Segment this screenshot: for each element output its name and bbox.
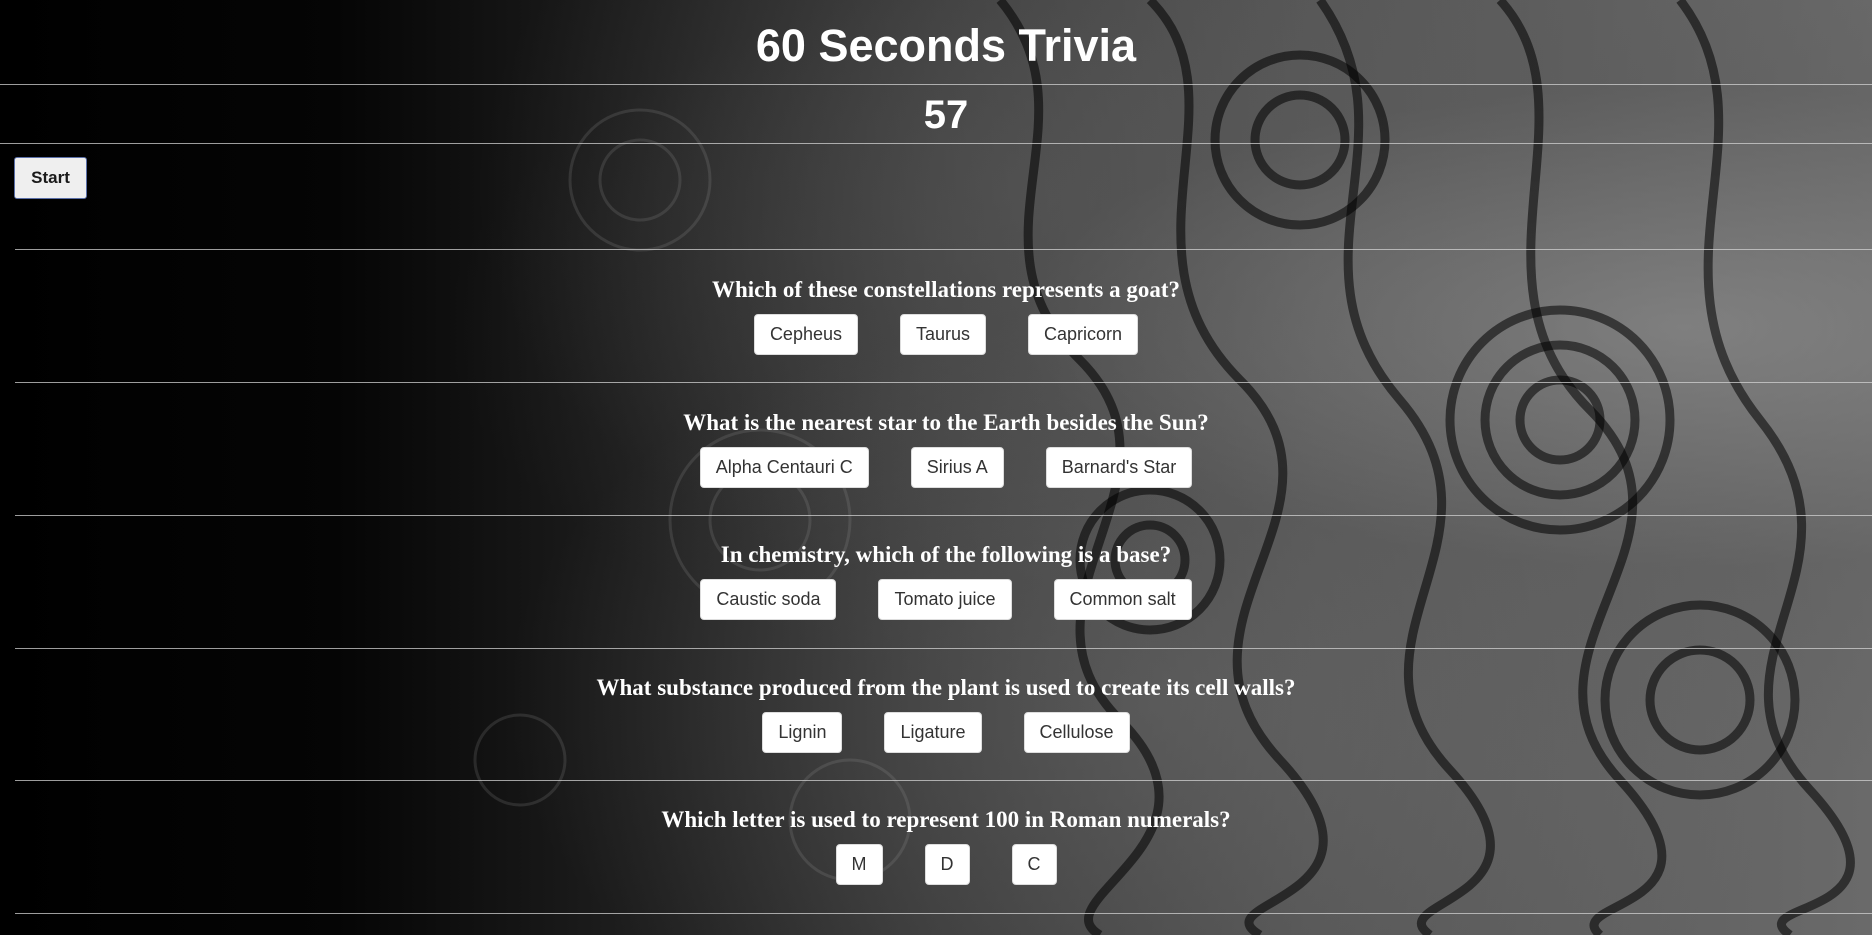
divider bbox=[15, 913, 1872, 914]
answer-button[interactable]: Ligature bbox=[884, 712, 982, 753]
divider bbox=[15, 249, 1872, 250]
answer-button[interactable]: Barnard's Star bbox=[1045, 447, 1193, 488]
answer-button[interactable]: Alpha Centauri C bbox=[699, 447, 869, 488]
countdown-timer: 57 bbox=[923, 93, 969, 137]
page-title: 60 Seconds Trivia bbox=[755, 20, 1137, 71]
answer-button[interactable]: Cepheus bbox=[753, 314, 858, 355]
answer-button[interactable]: C bbox=[1011, 844, 1057, 885]
answer-options: M D C bbox=[0, 844, 1872, 885]
start-button[interactable]: Start bbox=[14, 157, 87, 199]
answer-button[interactable]: Cellulose bbox=[1023, 712, 1130, 753]
answer-options: Caustic soda Tomato juice Common salt bbox=[0, 579, 1872, 620]
answer-button[interactable]: Common salt bbox=[1053, 579, 1192, 620]
answer-button[interactable]: D bbox=[924, 844, 970, 885]
question-text: What substance produced from the plant i… bbox=[596, 675, 1296, 700]
question-text: Which of these constellations represents… bbox=[711, 277, 1181, 302]
question-block: In chemistry, which of the following is … bbox=[0, 541, 1872, 620]
question-block: What substance produced from the plant i… bbox=[0, 674, 1872, 753]
question-block: What is the nearest star to the Earth be… bbox=[0, 409, 1872, 488]
question-text: Which letter is used to represent 100 in… bbox=[661, 807, 1231, 832]
question-block: Which letter is used to represent 100 in… bbox=[0, 806, 1872, 885]
answer-button[interactable]: Caustic soda bbox=[700, 579, 837, 620]
answer-options: Cepheus Taurus Capricorn bbox=[0, 314, 1872, 355]
answer-button[interactable]: Lignin bbox=[762, 712, 843, 753]
answer-button[interactable]: Taurus bbox=[900, 314, 987, 355]
question-block: Which of these constellations represents… bbox=[0, 276, 1872, 355]
answer-button[interactable]: Sirius A bbox=[910, 447, 1004, 488]
question-text: In chemistry, which of the following is … bbox=[720, 542, 1172, 567]
divider bbox=[15, 780, 1872, 781]
answer-button[interactable]: Tomato juice bbox=[878, 579, 1012, 620]
answer-button[interactable]: M bbox=[835, 844, 883, 885]
answer-button[interactable]: Capricorn bbox=[1028, 314, 1139, 355]
divider bbox=[15, 382, 1872, 383]
divider bbox=[0, 143, 1872, 144]
trivia-page: 60 Seconds Trivia 57 Start Which of thes… bbox=[0, 0, 1872, 935]
answer-options: Alpha Centauri C Sirius A Barnard's Star bbox=[0, 447, 1872, 488]
divider bbox=[15, 648, 1872, 649]
divider bbox=[15, 515, 1872, 516]
answer-options: Lignin Ligature Cellulose bbox=[0, 712, 1872, 753]
divider bbox=[0, 84, 1872, 85]
question-text: What is the nearest star to the Earth be… bbox=[683, 410, 1209, 435]
